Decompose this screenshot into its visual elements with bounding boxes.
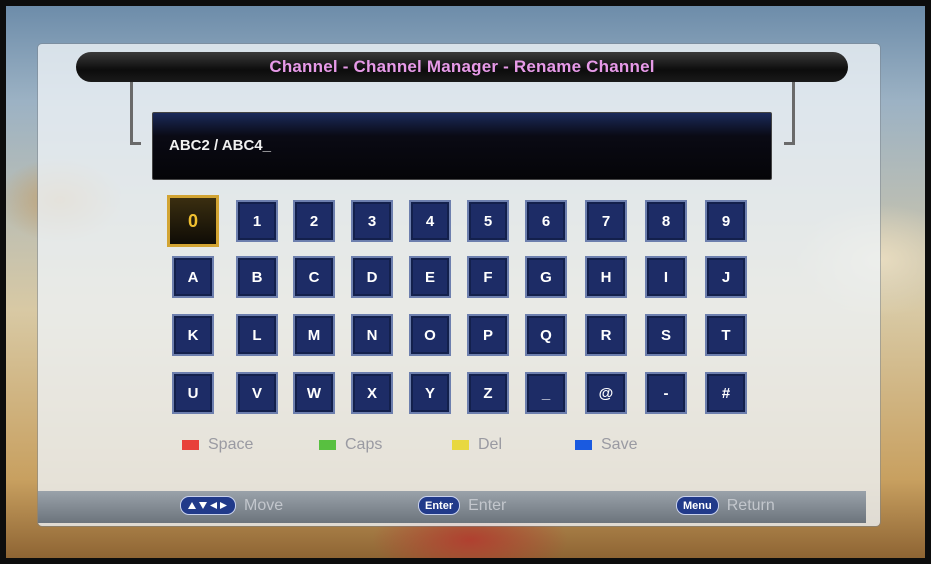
footer-hint-bar: Move Enter Enter Menu Return bbox=[38, 491, 866, 523]
key-8[interactable]: 8 bbox=[645, 200, 687, 242]
legend-save-label: Save bbox=[601, 436, 638, 453]
key-f[interactable]: F bbox=[467, 256, 509, 298]
legend-save[interactable]: Save bbox=[575, 436, 637, 454]
legend-caps[interactable]: Caps bbox=[319, 436, 382, 454]
legend-del-label: Del bbox=[478, 436, 503, 453]
key-5[interactable]: 5 bbox=[467, 200, 509, 242]
key-z[interactable]: Z bbox=[467, 372, 509, 414]
hint-enter-label: Enter bbox=[468, 496, 507, 514]
key-i[interactable]: I bbox=[645, 256, 687, 298]
key-7[interactable]: 7 bbox=[585, 200, 627, 242]
channel-name-input[interactable]: ABC2 / ABC4_ bbox=[152, 112, 772, 180]
key-v[interactable]: V bbox=[236, 372, 278, 414]
title-bar: Channel - Channel Manager - Rename Chann… bbox=[76, 52, 848, 82]
key-u[interactable]: U bbox=[172, 372, 214, 414]
key-at[interactable]: @ bbox=[585, 372, 627, 414]
green-button-icon bbox=[319, 440, 336, 450]
channel-name-value: ABC2 / ABC4_ bbox=[169, 137, 271, 154]
yellow-button-icon bbox=[452, 440, 469, 450]
key-o[interactable]: O bbox=[409, 314, 451, 356]
arrow-keys-icon bbox=[180, 496, 236, 515]
key-underscore[interactable]: _ bbox=[525, 372, 567, 414]
key-j[interactable]: J bbox=[705, 256, 747, 298]
key-t[interactable]: T bbox=[705, 314, 747, 356]
legend-space[interactable]: Space bbox=[182, 436, 253, 454]
key-4[interactable]: 4 bbox=[409, 200, 451, 242]
hint-return-label: Return bbox=[726, 496, 775, 514]
key-r[interactable]: R bbox=[585, 314, 627, 356]
dialog-title: Channel - Channel Manager - Rename Chann… bbox=[269, 57, 655, 76]
hint-move: Move bbox=[180, 496, 283, 515]
key-6[interactable]: 6 bbox=[525, 200, 567, 242]
key-1[interactable]: 1 bbox=[236, 200, 278, 242]
onscreen-keyboard: 0 1 2 3 4 5 6 7 8 9 A B C D E F G H I J K L M N O P Q R S T U V W X Y Z _ @ - # bbox=[167, 190, 752, 420]
key-3[interactable]: 3 bbox=[351, 200, 393, 242]
key-b[interactable]: B bbox=[236, 256, 278, 298]
key-k[interactable]: K bbox=[172, 314, 214, 356]
key-dash[interactable]: - bbox=[645, 372, 687, 414]
key-d[interactable]: D bbox=[351, 256, 393, 298]
enter-key-icon: Enter bbox=[418, 496, 461, 515]
key-0[interactable]: 0 bbox=[167, 195, 219, 247]
decorative-bracket-left bbox=[130, 82, 141, 145]
key-h[interactable]: H bbox=[585, 256, 627, 298]
key-g[interactable]: G bbox=[525, 256, 567, 298]
decorative-bracket-right bbox=[784, 82, 795, 145]
legend-space-label: Space bbox=[208, 436, 254, 453]
key-c[interactable]: C bbox=[293, 256, 335, 298]
key-p[interactable]: P bbox=[467, 314, 509, 356]
key-w[interactable]: W bbox=[293, 372, 335, 414]
hint-enter: Enter Enter bbox=[418, 496, 506, 515]
menu-key-icon: Menu bbox=[676, 496, 719, 515]
key-m[interactable]: M bbox=[293, 314, 335, 356]
key-n[interactable]: N bbox=[351, 314, 393, 356]
key-2[interactable]: 2 bbox=[293, 200, 335, 242]
key-y[interactable]: Y bbox=[409, 372, 451, 414]
blue-button-icon bbox=[575, 440, 592, 450]
legend-del[interactable]: Del bbox=[452, 436, 502, 454]
key-hash[interactable]: # bbox=[705, 372, 747, 414]
hint-move-label: Move bbox=[244, 496, 284, 514]
key-s[interactable]: S bbox=[645, 314, 687, 356]
key-a[interactable]: A bbox=[172, 256, 214, 298]
key-l[interactable]: L bbox=[236, 314, 278, 356]
key-x[interactable]: X bbox=[351, 372, 393, 414]
key-e[interactable]: E bbox=[409, 256, 451, 298]
hint-return: Menu Return bbox=[676, 496, 775, 515]
key-q[interactable]: Q bbox=[525, 314, 567, 356]
red-button-icon bbox=[182, 440, 199, 450]
legend-caps-label: Caps bbox=[345, 436, 383, 453]
key-9[interactable]: 9 bbox=[705, 200, 747, 242]
